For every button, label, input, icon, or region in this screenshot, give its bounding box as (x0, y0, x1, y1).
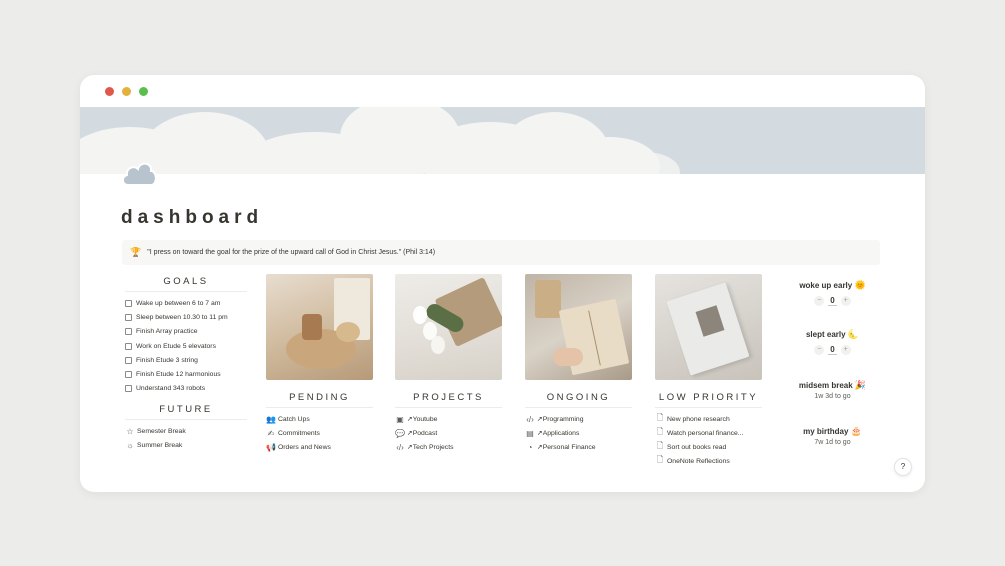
link-personal-finance[interactable]: ◔ ↗Personal Finance (525, 440, 632, 454)
future-heading: FUTURE (125, 404, 247, 420)
todo-item[interactable]: Sleep between 10.30 to 11 pm (125, 310, 247, 324)
link-new-phone-research[interactable]: 🗋 New phone research (655, 412, 762, 426)
page-icon: 🗋 (656, 413, 664, 422)
code-icon: ‹/› (396, 442, 404, 452)
cake-icon: 🎂 (850, 426, 862, 436)
quote-callout: 🏆 "I press on toward the goal for the pr… (122, 240, 880, 265)
projects-card: PROJECTS ▣ ↗Youtube 💬 ↗Podcast ‹/› ↗Tech Pr… (395, 274, 502, 454)
page-title: dashboard (121, 207, 264, 228)
sun-icon: ☼ (126, 440, 134, 450)
decrement-button[interactable]: − (814, 296, 825, 306)
link-programming[interactable]: ‹/› ↗Programming (525, 412, 632, 426)
link-commitments[interactable]: ✍ Commitments (266, 426, 373, 440)
link-catch-ups[interactable]: 👥 Catch Ups (266, 412, 373, 426)
minimize-window-button[interactable] (122, 87, 131, 96)
todo-item[interactable]: Finish Etude 12 harmonious (125, 367, 247, 381)
people-icon: 👥 (266, 414, 276, 424)
widgets-column: woke up early 🌞 − 0 + slept early 🌜 − 0 … (785, 280, 880, 446)
todo-item[interactable]: Work on Etude 5 elevators (125, 339, 247, 353)
ongoing-cover-image[interactable] (525, 274, 632, 380)
link-onenote-reflections[interactable]: 🗋 OneNote Reflections (655, 454, 762, 468)
link-youtube[interactable]: ▣ ↗Youtube (395, 412, 502, 426)
link-sort-out-books-read[interactable]: 🗋 Sort out books read (655, 440, 762, 454)
star-icon: ☆ (126, 426, 134, 436)
page-icon: 🗋 (656, 455, 664, 464)
checkbox[interactable] (125, 342, 132, 350)
app-window: dashboard 🏆 "I press on toward the goal … (80, 75, 925, 492)
goals-heading: GOALS (125, 276, 247, 292)
low-priority-card: LOW PRIORITY 🗋 New phone research 🗋 Watch … (655, 274, 762, 468)
megaphone-icon: 📢 (266, 442, 276, 452)
checkbox[interactable] (125, 299, 132, 307)
todo-item[interactable]: Wake up between 6 to 7 am (125, 296, 247, 310)
birthday-countdown: 7w 1d to go (814, 439, 851, 446)
link-podcast[interactable]: 💬 ↗Podcast (395, 426, 502, 440)
piggy-bank-icon: ◔ (527, 442, 533, 452)
increment-button[interactable]: + (840, 345, 851, 355)
handshake-icon: ✍ (267, 428, 275, 438)
low-priority-cover-image[interactable] (655, 274, 762, 380)
todo-item[interactable]: Finish Array practice (125, 325, 247, 339)
goals-section: GOALS Wake up between 6 to 7 am Sleep be… (125, 276, 247, 396)
low-priority-heading: LOW PRIORITY (655, 392, 762, 408)
title-bar (80, 75, 925, 107)
ongoing-card: ONGOING ‹/› ↗Programming ▤ ↗Applications ◔… (525, 274, 632, 454)
checkbox[interactable] (125, 313, 132, 321)
todo-item[interactable]: Finish Etude 3 string (125, 353, 247, 367)
midsem-countdown: 1w 3d to go (814, 393, 851, 400)
page-icon: 🗋 (656, 427, 664, 436)
chat-icon: 💬 (395, 428, 405, 438)
projects-cover-image[interactable] (395, 274, 502, 380)
building-icon: ▤ (526, 428, 534, 438)
moon-icon: 🌜 (847, 329, 860, 339)
midsem-break-widget: midsem break 🎉 1w 3d to go (785, 380, 880, 400)
link-orders-and-news[interactable]: 📢 Orders and News (266, 440, 373, 454)
trophy-icon: 🏆 (130, 247, 142, 257)
projects-heading: PROJECTS (395, 392, 502, 408)
todo-item[interactable]: Understand 343 robots (125, 382, 247, 396)
woke-up-early-widget: woke up early 🌞 − 0 + (785, 280, 880, 306)
future-section: FUTURE ☆ Semester Break ☼ Summer Break (125, 404, 247, 452)
link-applications[interactable]: ▤ ↗Applications (525, 426, 632, 440)
decrement-button[interactable]: − (814, 345, 825, 355)
pending-card: PENDING 👥 Catch Ups ✍ Commitments 📢 Orders … (266, 274, 373, 454)
checkbox[interactable] (125, 328, 132, 336)
video-icon: ▣ (396, 414, 404, 424)
ongoing-heading: ONGOING (525, 392, 632, 408)
party-icon: 🎉 (854, 380, 867, 390)
link-tech-projects[interactable]: ‹/› ↗Tech Projects (395, 440, 502, 454)
checkbox[interactable] (125, 385, 132, 393)
checkbox[interactable] (125, 371, 132, 379)
future-link-summer-break[interactable]: ☼ Summer Break (125, 438, 247, 452)
link-watch-personal-finance[interactable]: 🗋 Watch personal finance... (655, 426, 762, 440)
cloud-icon[interactable] (120, 155, 158, 187)
pending-heading: PENDING (266, 392, 373, 408)
woke-up-counter: − 0 + (785, 296, 880, 306)
cover-image (80, 107, 925, 174)
checkbox[interactable] (125, 356, 132, 364)
birthday-widget: my birthday 🎂 7w 1d to go (785, 426, 880, 446)
pending-cover-image[interactable] (266, 274, 373, 380)
code-icon: ‹/› (526, 414, 534, 424)
close-window-button[interactable] (105, 87, 114, 96)
increment-button[interactable]: + (840, 296, 851, 306)
slept-counter: − 0 + (785, 345, 880, 355)
page-icon: 🗋 (656, 441, 664, 450)
counter-value: 0 (828, 345, 837, 355)
maximize-window-button[interactable] (139, 87, 148, 96)
help-button[interactable]: ? (894, 458, 912, 476)
slept-early-widget: slept early 🌜 − 0 + (785, 329, 880, 355)
quote-text: "I press on toward the goal for the priz… (147, 249, 436, 256)
future-link-semester-break[interactable]: ☆ Semester Break (125, 424, 247, 438)
sun-icon: 🌞 (854, 280, 866, 290)
counter-value: 0 (828, 296, 837, 306)
